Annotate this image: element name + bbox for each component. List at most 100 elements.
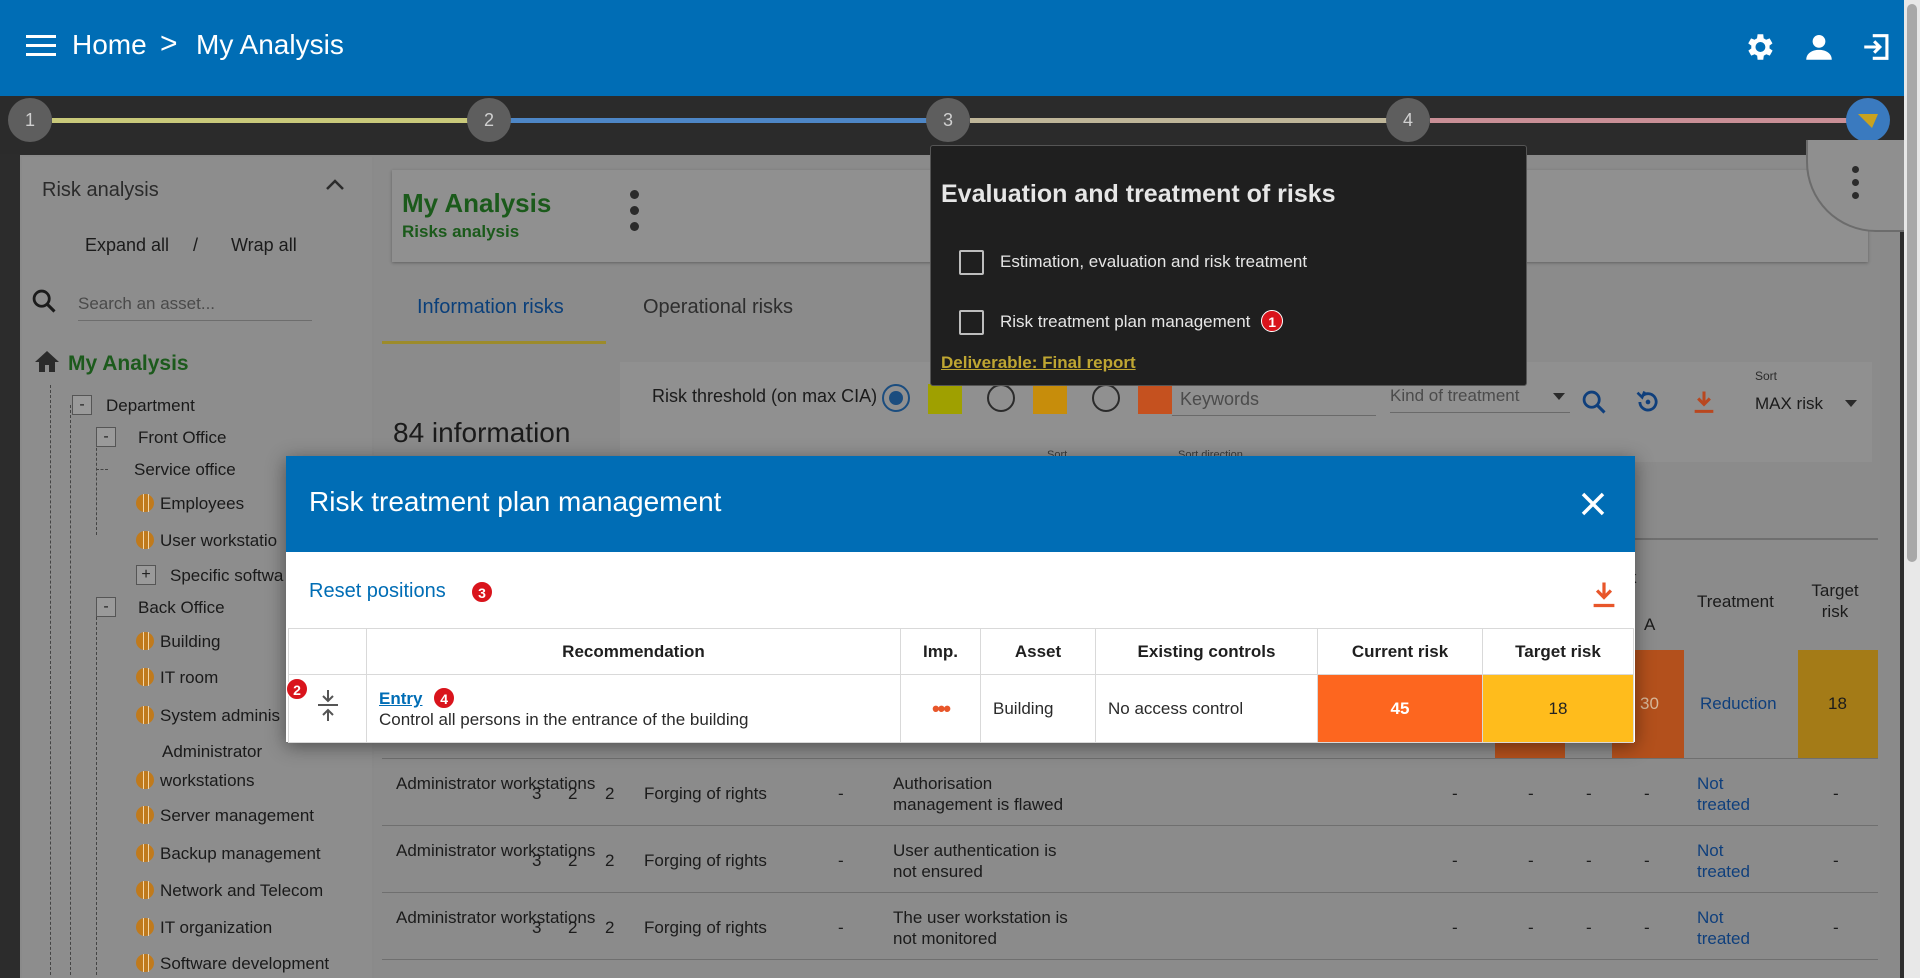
menu-icon[interactable]: [26, 35, 56, 59]
step-final-icon[interactable]: [1846, 98, 1890, 142]
keywords-input[interactable]: [1172, 384, 1376, 416]
more-vert-icon[interactable]: [630, 190, 640, 240]
threshold-color-1: [928, 384, 962, 414]
target-risk-value: 18: [1828, 694, 1847, 713]
scrollbar-thumb[interactable]: [1907, 4, 1917, 562]
dash-cell: -: [1528, 784, 1534, 803]
more-vert-icon[interactable]: [1852, 166, 1859, 205]
step-1[interactable]: 1: [8, 98, 52, 142]
a-cell: 2: [605, 784, 615, 803]
tree-item-admin-workstations[interactable]: workstations: [136, 771, 254, 791]
col-header-treatment: Treatment: [1697, 592, 1774, 611]
expand-all-link[interactable]: Expand all: [85, 235, 169, 256]
tree-item-admin-line1[interactable]: Administrator: [162, 742, 262, 762]
wrap-all-link[interactable]: Wrap all: [231, 235, 297, 256]
tree-connector: [96, 607, 97, 975]
threshold-radio-3[interactable]: [1092, 384, 1120, 412]
tree-item-network-telecom[interactable]: Network and Telecom: [136, 881, 323, 901]
table-row[interactable]: Entry 4 Control all persons in the entra…: [288, 674, 1634, 743]
tree-item-department[interactable]: Department: [106, 396, 195, 416]
kind-of-treatment-select[interactable]: Kind of treatment: [1390, 386, 1570, 413]
asset-cell: Administrator workstations: [396, 908, 596, 927]
col-header-current-risk: Current risk: [1317, 628, 1483, 675]
dropdown-arrow-icon: [1845, 400, 1857, 407]
close-icon[interactable]: [1578, 489, 1608, 519]
tree-root[interactable]: My Analysis: [34, 349, 189, 376]
i-cell: 2: [568, 851, 578, 870]
collapse-toggle[interactable]: -: [96, 427, 116, 447]
gear-icon[interactable]: [1742, 30, 1776, 64]
threshold-radio-1[interactable]: [882, 384, 910, 412]
tree-item-front-office[interactable]: Front Office: [138, 428, 227, 448]
table-row[interactable]: Administrator workstations 3 2 2 Forging…: [382, 758, 1878, 825]
sort-select[interactable]: MAX risk: [1755, 394, 1823, 414]
separator-slash: /: [193, 235, 199, 255]
globe-icon: [136, 494, 154, 512]
checkbox[interactable]: [959, 250, 984, 275]
download-icon[interactable]: [1690, 388, 1718, 416]
threshold-radio-2[interactable]: [987, 384, 1015, 412]
target-risk-cell: 18: [1482, 674, 1634, 743]
breadcrumb-home[interactable]: Home: [72, 29, 147, 61]
treatment-link[interactable]: Reduction: [1700, 694, 1777, 714]
step-3[interactable]: 3: [926, 98, 970, 142]
search-icon[interactable]: [1580, 388, 1608, 416]
asset-search-input[interactable]: [78, 287, 312, 321]
col-header-existing-controls: Existing controls: [1095, 628, 1318, 675]
tree-item-user-workstations[interactable]: User workstatio: [136, 531, 277, 551]
tree-item-system-admin[interactable]: System adminis: [136, 706, 280, 726]
table-header-row: Recommendation Imp. Asset Existing contr…: [288, 628, 1634, 675]
logout-icon[interactable]: [1860, 30, 1894, 64]
tree-item-software-development[interactable]: Software development: [136, 954, 329, 974]
tab-operational-risks[interactable]: Operational risks: [643, 296, 793, 319]
recommendation-link[interactable]: Entry: [379, 689, 422, 708]
globe-icon: [136, 668, 154, 686]
risk-treatment-plan-dialog: Risk treatment plan management Reset pos…: [286, 456, 1635, 743]
collapse-toggle[interactable]: -: [96, 597, 116, 617]
tab-information-risks[interactable]: Information risks: [417, 296, 564, 319]
tree-item-backup-management[interactable]: Backup management: [136, 844, 321, 864]
step-4[interactable]: 4: [1386, 98, 1430, 142]
expand-toggle[interactable]: +: [136, 565, 156, 585]
popover-item-estimation[interactable]: Estimation, evaluation and risk treatmen…: [959, 250, 1307, 275]
user-icon[interactable]: [1802, 30, 1836, 64]
globe-icon: [136, 806, 154, 824]
prob-cell: -: [838, 851, 844, 870]
popover-item-treatment-plan[interactable]: Risk treatment plan management 1: [959, 310, 1284, 336]
tree-item-building[interactable]: Building: [136, 632, 221, 652]
row-divider: [382, 959, 1878, 960]
asset-cell: Administrator workstations: [396, 841, 596, 860]
c-cell: 3: [532, 851, 542, 870]
tree-item-employees[interactable]: Employees: [136, 494, 244, 514]
drag-position-icon[interactable]: [315, 688, 341, 724]
tree-item-specific-software[interactable]: Specific softwa: [170, 566, 283, 586]
tree-item-back-office[interactable]: Back Office: [138, 598, 225, 618]
treatment-link[interactable]: Not treated: [1697, 907, 1767, 949]
tree-item-it-room[interactable]: IT room: [136, 668, 218, 688]
chevron-up-icon[interactable]: [324, 177, 346, 193]
c-cell: 3: [532, 918, 542, 937]
download-icon[interactable]: [1590, 579, 1618, 609]
tree-item-server-management[interactable]: Server management: [136, 806, 314, 826]
treatment-link[interactable]: Not treated: [1697, 840, 1767, 882]
reset-filters-icon[interactable]: [1634, 388, 1662, 416]
checkbox[interactable]: [959, 310, 984, 336]
treatment-link[interactable]: Not treated: [1697, 773, 1767, 815]
globe-icon: [136, 531, 154, 549]
prob-cell: -: [838, 784, 844, 803]
tree-item-service-office[interactable]: Service office: [134, 460, 236, 480]
step-2[interactable]: 2: [467, 98, 511, 142]
globe-icon: [136, 632, 154, 650]
deliverable-link[interactable]: Deliverable: Final report: [941, 353, 1136, 373]
collapse-toggle[interactable]: -: [72, 395, 92, 415]
table-row[interactable]: Administrator workstations 3 2 2 Forging…: [382, 825, 1878, 892]
dash-cell: -: [1586, 918, 1592, 937]
dropdown-arrow-icon: [1553, 393, 1565, 400]
tree-item-label: User workstatio: [160, 531, 278, 550]
risk-value: 30: [1640, 694, 1659, 713]
reset-positions-link[interactable]: Reset positions: [309, 580, 446, 603]
tree-item-it-organization[interactable]: IT organization: [136, 918, 272, 938]
target-cell: -: [1833, 851, 1839, 870]
tab-indicator: [382, 341, 606, 344]
table-row[interactable]: Administrator workstations 3 2 2 Forging…: [382, 892, 1878, 959]
